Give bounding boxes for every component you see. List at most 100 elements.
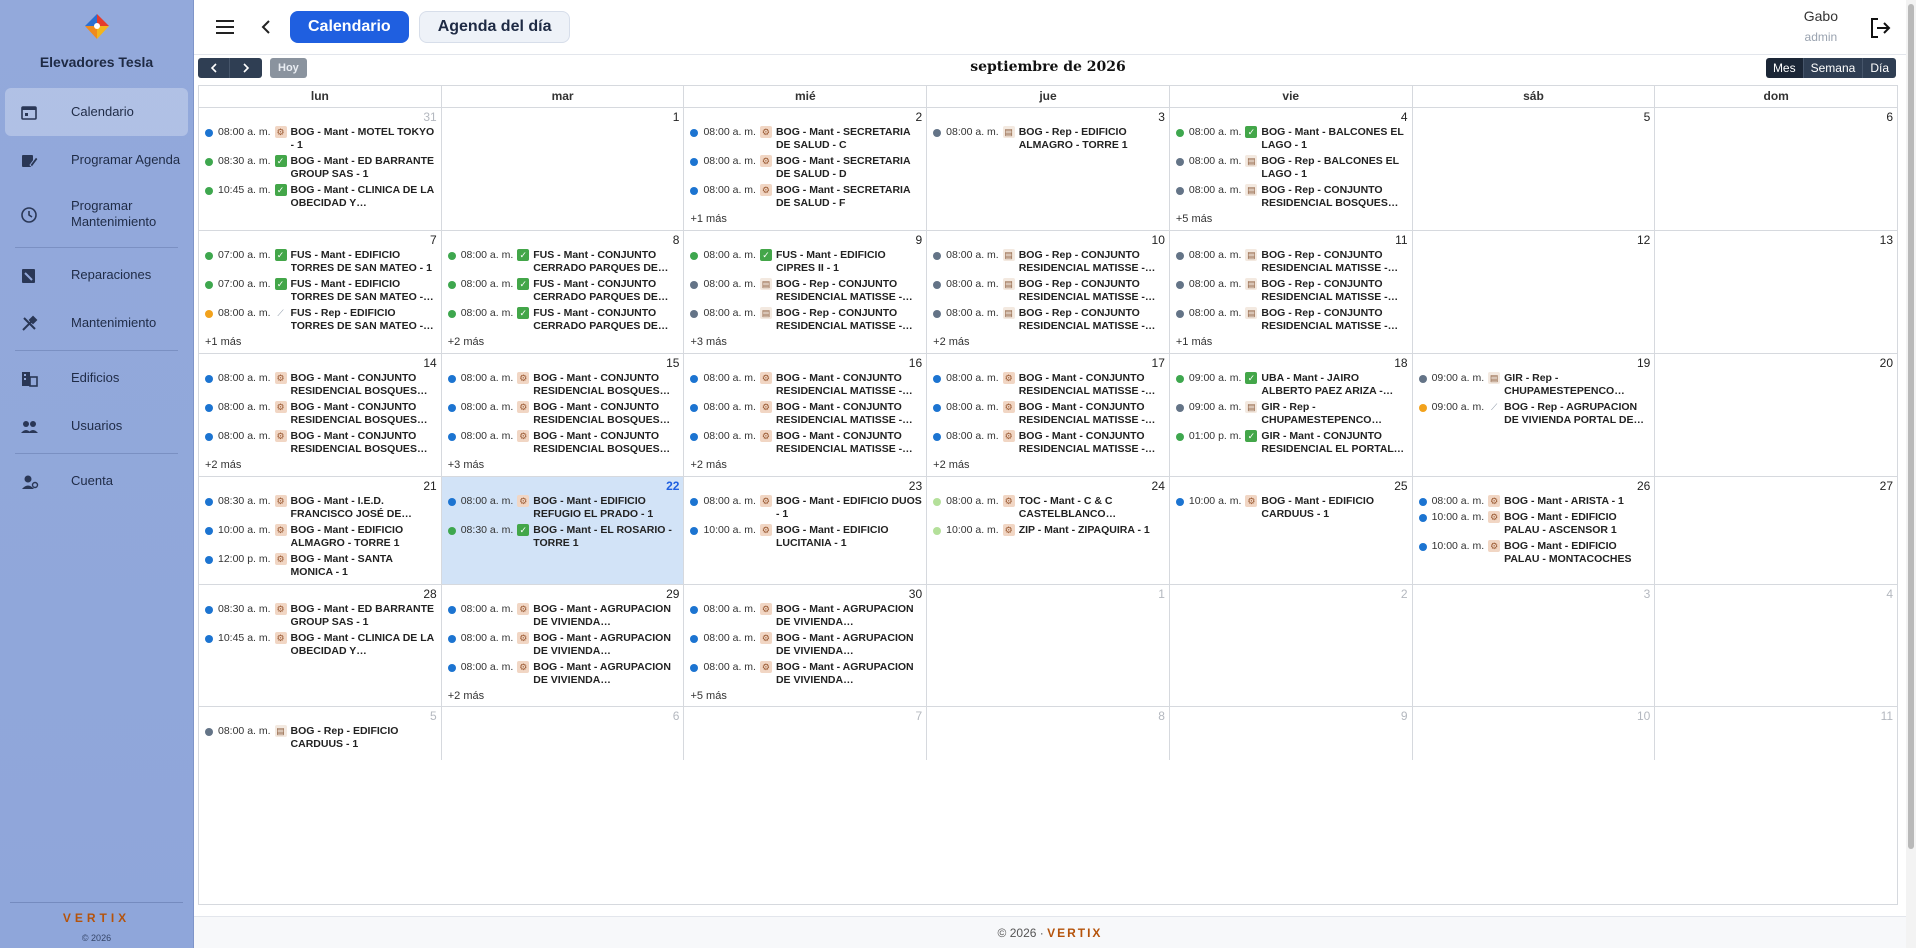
calendar-day[interactable]: 30 08:00 a. m. ⚙ BOG - Mant - AGRUPACION DE… — [683, 585, 926, 706]
calendar-event[interactable]: 08:00 a. m. ✓ FUS - Mant - CONJUNTO CERRAD… — [447, 278, 680, 304]
calendar-event[interactable]: 08:00 a. m. ⚙ BOG - Mant - EDIFICIO DUOS -… — [690, 495, 922, 521]
day-number[interactable]: 8 — [448, 233, 680, 249]
calendar-day[interactable]: 31 08:00 a. m. ⚙ BOG - Mant - MOTEL TOKYO -… — [199, 108, 441, 230]
more-events-link[interactable]: +2 más — [448, 690, 680, 702]
day-number[interactable]: 2 — [1176, 587, 1408, 603]
calendar-event[interactable]: 12:00 p. m. ⚙ BOG - Mant - SANTA MONICA - … — [205, 553, 437, 579]
more-events-link[interactable]: +5 más — [690, 690, 922, 702]
day-number[interactable]: 7 — [690, 709, 922, 725]
day-number[interactable]: 18 — [1176, 356, 1407, 372]
calendar-event[interactable]: 08:00 a. m. ⚙ BOG - Mant - CONJUNTO RESIDE… — [690, 401, 922, 427]
calendar-event[interactable]: 08:00 a. m. ✓ BOG - Mant - BALCONES EL LAG… — [1175, 126, 1408, 152]
calendar-event[interactable]: 09:00 a. m. ✓ UBA - Mant - JAIRO ALBERTO P… — [1175, 372, 1408, 398]
day-number[interactable]: 9 — [690, 233, 922, 249]
calendar-event[interactable]: 08:00 a. m. ▤ BOG - Rep - CONJUNTO RESIDEN… — [933, 278, 1165, 304]
calendar-event[interactable]: 07:00 a. m. ✓ FUS - Mant - EDIFICIO TORRES… — [205, 278, 437, 304]
tab-agenda[interactable]: Agenda del día — [418, 11, 571, 43]
calendar-day[interactable]: 3 — [1411, 585, 1655, 706]
more-events-link[interactable]: +2 más — [933, 459, 1165, 471]
day-number[interactable]: 4 — [1176, 110, 1408, 126]
calendar-day[interactable]: 16 08:00 a. m. ⚙ BOG - Mant - CONJUNTO RESI… — [683, 354, 926, 476]
day-number[interactable]: 9 — [1176, 709, 1408, 725]
calendar-event[interactable]: 08:00 a. m. ⚙ BOG - Mant - AGRUPACION DE V… — [447, 661, 680, 687]
calendar-day[interactable]: 5 08:00 a. m. ▤ BOG - Rep - EDIFICIO CARDUU… — [199, 707, 441, 760]
calendar-event[interactable]: 08:00 a. m. ⚙ BOG - Mant - AGRUPACION DE V… — [690, 661, 922, 687]
calendar-event[interactable]: 10:00 a. m. ⚙ BOG - Mant - EDIFICIO CARDUU… — [1175, 495, 1408, 521]
calendar-event[interactable]: 08:00 a. m. ▤ BOG - Rep - CONJUNTO RESIDEN… — [933, 249, 1165, 275]
day-number[interactable]: 28 — [205, 587, 436, 603]
day-number[interactable]: 10 — [1419, 709, 1650, 725]
sidebar-item-edificios[interactable]: Edificios — [5, 354, 188, 402]
day-number[interactable]: 6 — [448, 709, 680, 725]
calendar-event[interactable]: 08:00 a. m. ⚙ BOG - Mant - CONJUNTO RESIDE… — [690, 372, 922, 398]
calendar-event[interactable]: 08:00 a. m. ⚙ BOG - Mant - ARISTA - 1 — [1418, 495, 1651, 508]
day-number[interactable]: 21 — [205, 479, 436, 495]
day-number[interactable]: 7 — [205, 233, 437, 249]
page-scrollbar[interactable] — [1906, 0, 1916, 948]
calendar-event[interactable]: 10:00 a. m. ⚙ BOG - Mant - EDIFICIO ALMAGR… — [205, 524, 437, 550]
day-number[interactable]: 27 — [1661, 479, 1893, 495]
calendar-day[interactable]: 2 08:00 a. m. ⚙ BOG - Mant - SECRETARIA DE … — [683, 108, 926, 230]
sidebar-item-programar-agenda[interactable]: Programar Agenda — [5, 136, 188, 184]
calendar-event[interactable]: 08:00 a. m. ⚙ BOG - Mant - CONJUNTO RESIDE… — [933, 372, 1165, 398]
calendar-event[interactable]: 08:00 a. m. ⚙ BOG - Mant - SECRETARIA DE S… — [690, 126, 922, 152]
day-number[interactable]: 12 — [1419, 233, 1650, 249]
day-number[interactable]: 8 — [933, 709, 1165, 725]
more-events-link[interactable]: +1 más — [1176, 336, 1408, 348]
calendar-day[interactable]: 17 08:00 a. m. ⚙ BOG - Mant - CONJUNTO RESI… — [926, 354, 1169, 476]
calendar-day[interactable]: 4 08:00 a. m. ✓ BOG - Mant - BALCONES EL LA… — [1168, 108, 1412, 230]
day-number[interactable]: 1 — [933, 587, 1165, 603]
calendar-day[interactable]: 20 — [1654, 354, 1897, 476]
calendar-event[interactable]: 08:00 a. m. ▤ BOG - Rep - CONJUNTO RESIDEN… — [1175, 307, 1408, 333]
calendar-day[interactable]: 7 — [683, 707, 926, 760]
calendar-day[interactable]: 29 08:00 a. m. ⚙ BOG - Mant - AGRUPACION DE… — [440, 585, 684, 706]
calendar-event[interactable]: 10:45 a. m. ⚙ BOG - Mant - CLINICA DE LA O… — [205, 632, 437, 658]
calendar-day[interactable]: 28 08:30 a. m. ⚙ BOG - Mant - ED BARRANTE G… — [199, 585, 441, 706]
calendar-event[interactable]: 08:00 a. m. ⚙ BOG - Mant - EDIFICIO REFUGI… — [447, 495, 680, 521]
day-number[interactable]: 3 — [933, 110, 1165, 126]
calendar-day[interactable]: 13 — [1654, 231, 1897, 353]
calendar-event[interactable]: 08:00 a. m. ▤ BOG - Rep - CONJUNTO RESIDEN… — [1175, 184, 1408, 210]
calendar-event[interactable]: 08:00 a. m. ▤ BOG - Rep - CONJUNTO RESIDEN… — [1175, 278, 1408, 304]
menu-toggle-button[interactable] — [210, 11, 242, 43]
calendar-event[interactable]: 08:00 a. m. ⚙ BOG - Mant - CONJUNTO RESIDE… — [933, 401, 1165, 427]
back-button[interactable] — [250, 11, 282, 43]
logout-button[interactable] — [1864, 12, 1896, 44]
calendar-day[interactable]: 27 — [1654, 477, 1897, 584]
calendar-event[interactable]: 08:00 a. m. ⚙ TOC - Mant - C & C CASTELBLA… — [933, 495, 1165, 521]
calendar-day-today[interactable]: 22 08:00 a. m. ⚙ BOG - Mant - EDIFICIO REFU… — [440, 477, 684, 584]
more-events-link[interactable]: +3 más — [690, 336, 922, 348]
more-events-link[interactable]: +2 más — [205, 459, 437, 471]
calendar-event[interactable]: 08:00 a. m. ⚙ BOG - Mant - CONJUNTO RESIDE… — [205, 430, 437, 456]
calendar-day[interactable]: 26 08:00 a. m. ⚙ BOG - Mant - ARISTA - 1 10:… — [1411, 477, 1655, 584]
next-month-button[interactable] — [230, 58, 262, 78]
calendar-event[interactable]: 08:30 a. m. ⚙ BOG - Mant - I.E.D. FRANCISC… — [205, 495, 437, 521]
calendar-event[interactable]: 08:00 a. m. ⚙ BOG - Mant - CONJUNTO RESIDE… — [205, 372, 437, 398]
more-events-link[interactable]: +2 más — [448, 336, 680, 348]
calendar-event[interactable]: 08:00 a. m. ⚙ BOG - Mant - SECRETARIA DE S… — [690, 184, 922, 210]
calendar-day[interactable]: 5 — [1411, 108, 1655, 230]
calendar-day[interactable]: 3 08:00 a. m. ▤ BOG - Rep - EDIFICIO ALMAGR… — [926, 108, 1169, 230]
sidebar-item-usuarios[interactable]: Usuarios — [5, 402, 188, 450]
day-number[interactable]: 1 — [448, 110, 680, 126]
day-number[interactable]: 19 — [1419, 356, 1650, 372]
day-number[interactable]: 2 — [690, 110, 922, 126]
calendar-day[interactable]: 7 07:00 a. m. ✓ FUS - Mant - EDIFICIO TORRE… — [199, 231, 441, 353]
calendar-event[interactable]: 08:00 a. m. ⟋ FUS - Rep - EDIFICIO TORRES … — [205, 307, 437, 333]
tab-calendar[interactable]: Calendario — [290, 11, 409, 43]
more-events-link[interactable]: +1 más — [690, 213, 922, 225]
day-number[interactable]: 16 — [690, 356, 922, 372]
calendar-day[interactable]: 6 — [440, 707, 684, 760]
day-number[interactable]: 5 — [1419, 110, 1651, 126]
calendar-event[interactable]: 08:00 a. m. ✓ FUS - Mant - EDIFICIO CIPRES… — [690, 249, 922, 275]
calendar-event[interactable]: 08:00 a. m. ⚙ BOG - Mant - CONJUNTO RESIDE… — [690, 430, 922, 456]
calendar-day[interactable]: 25 10:00 a. m. ⚙ BOG - Mant - EDIFICIO CARD… — [1168, 477, 1412, 584]
more-events-link[interactable]: +2 más — [690, 459, 922, 471]
calendar-event[interactable]: 08:00 a. m. ✓ FUS - Mant - CONJUNTO CERRAD… — [447, 249, 680, 275]
day-number[interactable]: 3 — [1419, 587, 1651, 603]
calendar-day[interactable]: 10 — [1411, 707, 1655, 760]
calendar-day[interactable]: 9 08:00 a. m. ✓ FUS - Mant - EDIFICIO CIPRE… — [683, 231, 926, 353]
calendar-event[interactable]: 09:00 a. m. ⟋ BOG - Rep - AGRUPACION DE VI… — [1418, 401, 1651, 427]
day-number[interactable]: 24 — [933, 479, 1165, 495]
day-number[interactable]: 11 — [1176, 233, 1407, 249]
